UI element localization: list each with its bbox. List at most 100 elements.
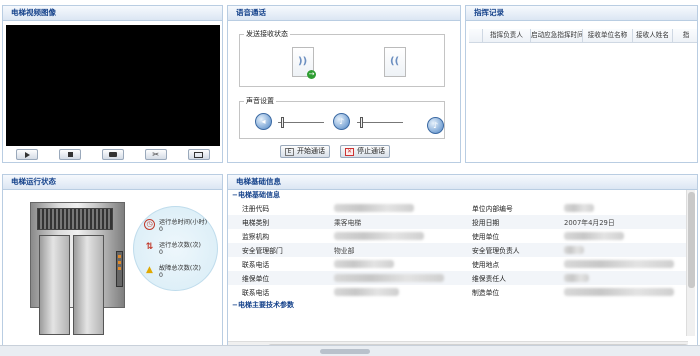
stat-value: 0 [159, 226, 163, 233]
mic-settings-icon[interactable]: ♪ [427, 117, 444, 134]
field-value [550, 257, 688, 271]
send-receive-group: 发送接收状态 )) → (( [239, 29, 445, 87]
send-status-icon: )) → [292, 47, 316, 79]
play-button[interactable] [16, 149, 39, 160]
field-label: 监察机构 [242, 233, 270, 241]
clock-icon: ◷ [144, 219, 155, 230]
volume-title: 声音设置 [244, 96, 276, 106]
stat-label: 运行总次数(次) [159, 242, 201, 249]
column-header[interactable]: 接收人姓名 [633, 29, 673, 42]
table-row: 监察机构 使用单位 [228, 229, 688, 243]
video-panel-title: 电梯视频图像 [3, 6, 222, 21]
snapshot-button[interactable]: ✂ [144, 149, 167, 160]
section-header-basic[interactable]: −电梯基础信息 [228, 190, 688, 201]
basic-info-panel: 电梯基础信息 −电梯基础信息 注册代码 单位内部编号 电梯类别 乘客电梯 投用日… [227, 174, 698, 352]
stat-label: 故障总次数(次) [159, 265, 201, 272]
table-row: 电梯类别 乘客电梯 投用日期 2007年4月29日 [228, 215, 688, 229]
stop-button[interactable] [59, 149, 82, 160]
section-title: 电梯主要技术参数 [238, 301, 294, 309]
speaker-icon[interactable]: ◂ [255, 113, 272, 130]
table-row: 安全管理部门 物业部 安全管理负责人 [228, 243, 688, 257]
field-value [320, 271, 458, 285]
fault-count-stat: ▲ 故障总次数(次) 0 [144, 265, 201, 279]
snapshot-icon: ✂ [152, 149, 160, 159]
column-header[interactable]: 接收单位名称 [583, 29, 633, 42]
run-time-stat: ◷ 运行总时间(小时) 0 [144, 219, 207, 233]
field-label: 安全管理负责人 [458, 243, 550, 257]
microphone-volume-slider[interactable] [357, 116, 403, 128]
stop-call-label: 停止通话 [357, 147, 385, 155]
voice-panel: 语音通话 发送接收状态 )) → (( 声音设置 ◂ ♪ ♪ E 开始通话 ✕ 停… [227, 5, 461, 163]
run-state-title: 电梯运行状态 [3, 175, 222, 190]
stat-label: 运行总时间(小时) [159, 219, 208, 226]
record-icon [108, 152, 117, 157]
stat-value: 0 [159, 272, 163, 279]
field-value [550, 243, 688, 257]
volume-group: 声音设置 ◂ ♪ ♪ [239, 96, 445, 139]
video-controls: ✂ [6, 149, 220, 161]
table-row: 联系电话 制造单位 [228, 285, 688, 299]
video-panel: 电梯视频图像 ✂ [2, 5, 223, 163]
field-label: 使用地点 [472, 261, 500, 269]
speaker-volume-slider[interactable] [278, 116, 324, 128]
field-value [550, 285, 688, 299]
column-header[interactable]: 启动应急指挥时间 [531, 29, 583, 42]
dispatch-panel: 指挥记录 指挥负责人 启动应急指挥时间 接收单位名称 接收人姓名 指 [465, 5, 698, 163]
basic-info-content[interactable]: −电梯基础信息 注册代码 单位内部编号 电梯类别 乘客电梯 投用日期 2007年… [228, 190, 688, 336]
vertical-scrollbar[interactable] [686, 190, 695, 336]
fullscreen-button[interactable] [187, 149, 210, 160]
page-horizontal-scrollbar[interactable] [0, 345, 700, 356]
dispatch-panel-title: 指挥记录 [466, 6, 697, 21]
section-header-tech[interactable]: −电梯主要技术参数 [228, 300, 688, 311]
field-value: 物业部 [320, 243, 458, 257]
run-count-stat: ⇅ 运行总次数(次) 0 [144, 242, 201, 256]
voice-panel-title: 语音通话 [228, 6, 460, 21]
field-label: 制造单位 [472, 289, 500, 297]
send-receive-title: 发送接收状态 [244, 29, 290, 39]
dispatch-table-header: 指挥负责人 启动应急指挥时间 接收单位名称 接收人姓名 指 [469, 29, 697, 43]
updown-arrows-icon: ⇅ [145, 242, 154, 252]
section-title: 电梯基础信息 [238, 191, 280, 199]
field-label: 联系电话 [242, 289, 270, 297]
table-row: 注册代码 单位内部编号 [228, 201, 688, 215]
hangup-icon: ✕ [345, 147, 354, 156]
field-label: 联系电话 [242, 261, 270, 269]
field-value: 乘客电梯 [320, 215, 458, 229]
field-label: 注册代码 [242, 205, 270, 213]
field-value [320, 285, 458, 299]
stat-value: 0 [159, 249, 163, 256]
field-label: 使用单位 [472, 233, 500, 241]
column-header[interactable]: 指挥负责人 [483, 29, 531, 42]
table-row: 维保单位 维保责任人 [228, 271, 688, 285]
run-state-panel: 电梯运行状态 ◷ 运行总时间(小时) 0 ⇅ 运行总次数(次) 0 ▲ 故障总次数(… [2, 174, 223, 352]
receive-status-icon: (( [384, 47, 406, 77]
elevator-illustration [30, 202, 125, 335]
start-call-button[interactable]: E 开始通话 [280, 145, 330, 158]
basic-info-title: 电梯基础信息 [228, 175, 697, 190]
stop-icon [67, 152, 73, 157]
stop-call-button[interactable]: ✕ 停止通话 [340, 145, 390, 158]
field-label: 维保单位 [228, 271, 320, 285]
field-value [320, 201, 458, 215]
phone-icon: E [285, 147, 294, 156]
field-value [550, 201, 688, 215]
fullscreen-icon [194, 151, 204, 158]
column-header[interactable]: 指 [673, 29, 697, 42]
field-label: 安全管理部门 [228, 243, 320, 257]
field-value [550, 271, 688, 285]
field-value [320, 229, 458, 243]
field-label: 电梯类别 [228, 215, 320, 229]
field-value [550, 229, 688, 243]
row-number-header [469, 29, 483, 42]
video-screen[interactable] [6, 25, 220, 146]
field-label: 维保责任人 [458, 271, 550, 285]
field-label: 投用日期 [458, 215, 550, 229]
basic-info-table: 注册代码 单位内部编号 电梯类别 乘客电梯 投用日期 2007年4月29日 监察… [228, 201, 688, 299]
microphone-icon[interactable]: ♪ [333, 113, 350, 130]
play-icon [24, 151, 30, 158]
start-call-label: 开始通话 [297, 147, 325, 155]
field-value: 2007年4月29日 [550, 215, 688, 229]
record-button[interactable] [101, 149, 124, 160]
field-label: 单位内部编号 [472, 205, 513, 213]
table-row: 联系电话 使用地点 [228, 257, 688, 271]
